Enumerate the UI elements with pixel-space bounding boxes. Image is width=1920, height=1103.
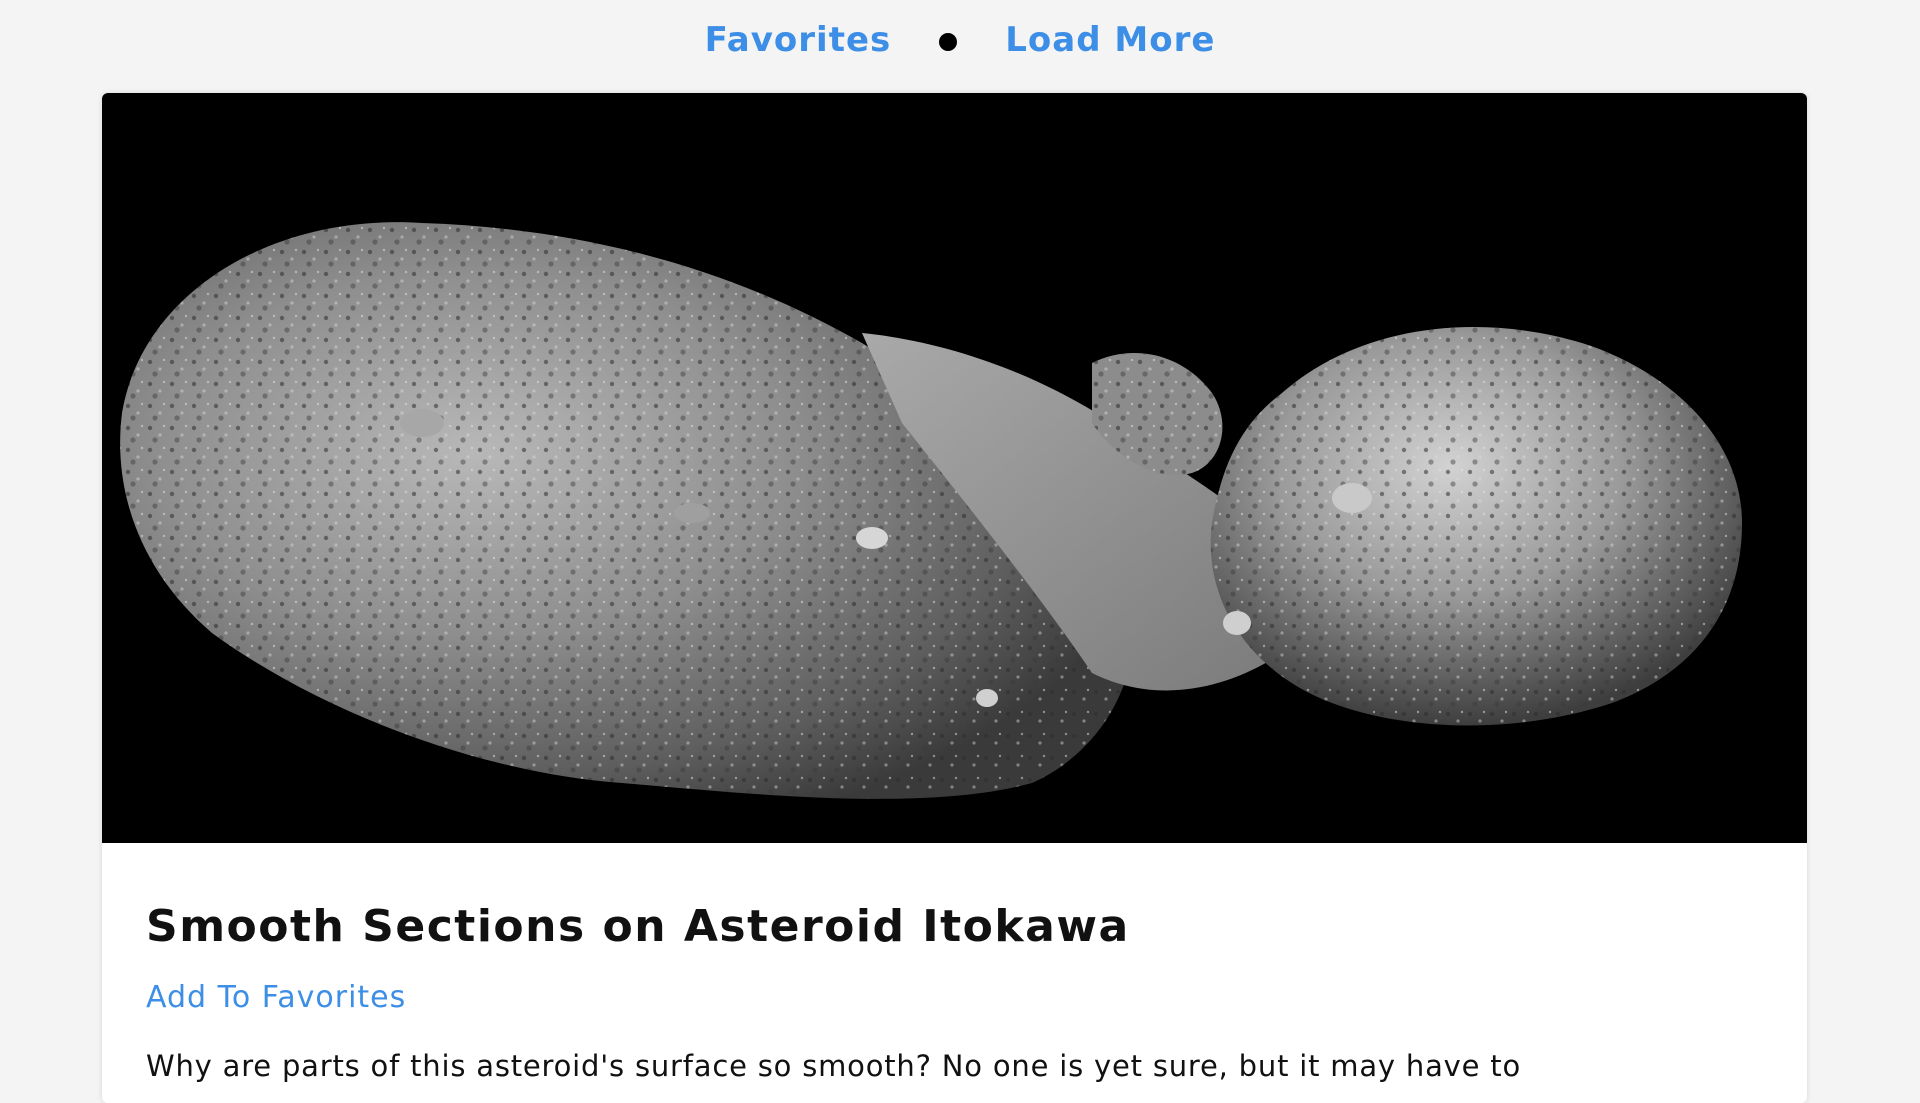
top-navigation: Favorites Load More (0, 0, 1920, 80)
card-title: Smooth Sections on Asteroid Itokawa (146, 901, 1130, 952)
card-description: Why are parts of this asteroid's surface… (146, 1048, 1521, 1083)
apod-card: Smooth Sections on Asteroid Itokawa Add … (102, 93, 1807, 1103)
asteroid-illustration (120, 222, 1742, 799)
card-body: Smooth Sections on Asteroid Itokawa Add … (102, 901, 1807, 1088)
add-to-favorites-link[interactable]: Add To Favorites (146, 980, 406, 1015)
load-more-link[interactable]: Load More (1005, 20, 1215, 60)
nav-separator-dot (939, 33, 958, 51)
asteroid-photo[interactable] (102, 93, 1807, 843)
favorites-link[interactable]: Favorites (705, 20, 892, 60)
